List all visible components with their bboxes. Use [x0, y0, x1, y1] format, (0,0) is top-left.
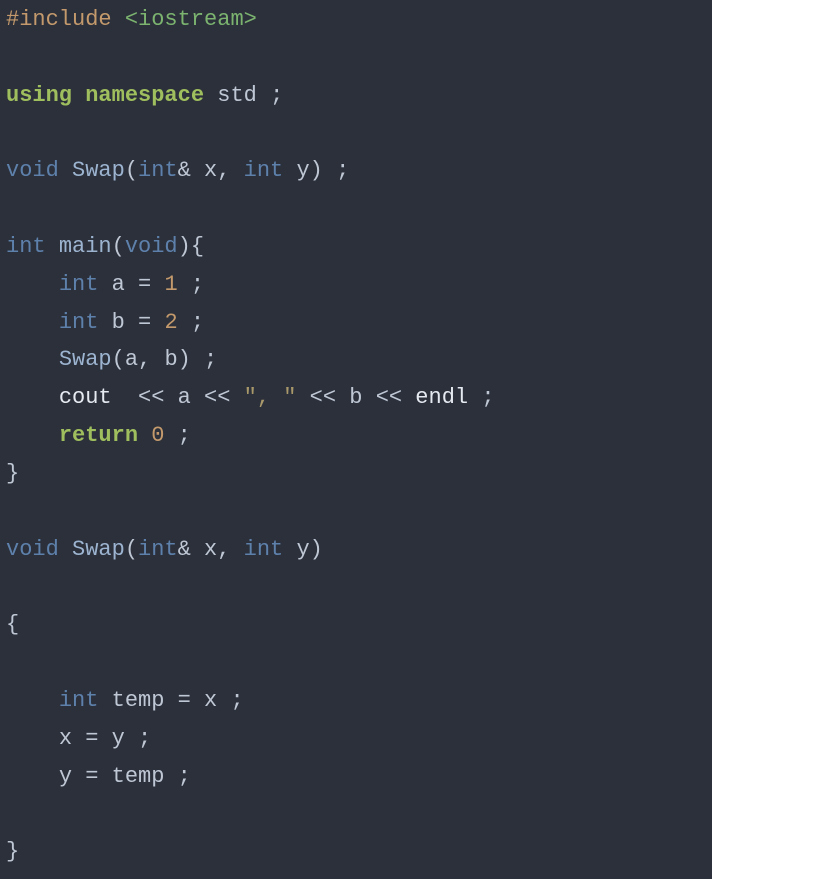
punct-token: (: [125, 537, 138, 562]
type-token: int: [59, 310, 99, 335]
identifier-token: x: [204, 158, 217, 183]
punct-token: ): [310, 158, 323, 183]
identifier-token: b: [164, 347, 177, 372]
punct-token: ;: [481, 385, 494, 410]
code-editor: #include <iostream> using namespace std …: [0, 0, 712, 879]
code-line: x = y ;: [6, 726, 151, 751]
punct-token: ;: [336, 158, 349, 183]
punct-token: {: [6, 612, 19, 637]
punct-token: ;: [270, 83, 283, 108]
punct-token: (: [125, 158, 138, 183]
function-token: Swap: [72, 158, 125, 183]
punct-token: ,: [138, 347, 151, 372]
operator-token: <<: [138, 385, 164, 410]
keyword-token: return: [59, 423, 138, 448]
identifier-token: y: [296, 537, 309, 562]
code-line: int temp = x ;: [6, 688, 244, 713]
identifier-token: x: [204, 537, 217, 562]
operator-token: <<: [204, 385, 230, 410]
identifier-token: a: [125, 347, 138, 372]
punct-token: &: [178, 537, 191, 562]
punct-token: ): [178, 347, 191, 372]
punct-token: =: [85, 726, 98, 751]
type-token: int: [59, 272, 99, 297]
type-token: void: [125, 234, 178, 259]
punct-token: ,: [217, 158, 230, 183]
punct-token: ;: [191, 310, 204, 335]
code-line: y = temp ;: [6, 764, 191, 789]
keyword-token: namespace: [85, 83, 204, 108]
code-line: }: [6, 461, 19, 486]
operator-token: <<: [310, 385, 336, 410]
code-line: int b = 2 ;: [6, 310, 204, 335]
identifier-token: y: [112, 726, 125, 751]
punct-token: }: [6, 839, 19, 864]
identifier-token: cout: [59, 385, 112, 410]
code-line: void Swap(int& x, int y): [6, 537, 323, 562]
code-line: void Swap(int& x, int y) ;: [6, 158, 349, 183]
string-token: ", ": [244, 385, 297, 410]
type-token: int: [6, 234, 46, 259]
number-token: 2: [164, 310, 177, 335]
code-line: using namespace std ;: [6, 83, 283, 108]
punct-token: =: [85, 764, 98, 789]
type-token: int: [59, 688, 99, 713]
type-token: void: [6, 537, 59, 562]
punct-token: =: [178, 688, 191, 713]
code-line: return 0 ;: [6, 423, 191, 448]
identifier-token: b: [349, 385, 362, 410]
punct-token: ): [310, 537, 323, 562]
type-token: int: [138, 158, 178, 183]
type-token: void: [6, 158, 59, 183]
punct-token: ): [178, 234, 191, 259]
preprocessor-token: #include: [6, 7, 112, 32]
identifier-token: b: [112, 310, 125, 335]
punct-token: ;: [204, 347, 217, 372]
identifier-token: y: [296, 158, 309, 183]
punct-token: ,: [217, 537, 230, 562]
code-line: int a = 1 ;: [6, 272, 204, 297]
code-line: cout << a << ", " << b << endl ;: [6, 385, 495, 410]
number-token: 1: [164, 272, 177, 297]
identifier-token: x: [59, 726, 72, 751]
punct-token: =: [138, 272, 151, 297]
punct-token: ;: [191, 272, 204, 297]
identifier-token: a: [112, 272, 125, 297]
identifier-token: x: [204, 688, 217, 713]
operator-token: <<: [376, 385, 402, 410]
punct-token: ;: [178, 423, 191, 448]
identifier-token: temp: [112, 764, 165, 789]
function-token: Swap: [72, 537, 125, 562]
punct-token: {: [191, 234, 204, 259]
number-token: 0: [151, 423, 164, 448]
type-token: int: [244, 537, 284, 562]
function-token: main: [59, 234, 112, 259]
code-line: Swap(a, b) ;: [6, 347, 217, 372]
identifier-token: y: [59, 764, 72, 789]
punct-token: ;: [138, 726, 151, 751]
type-token: int: [138, 537, 178, 562]
punct-token: (: [112, 347, 125, 372]
keyword-token: using: [6, 83, 72, 108]
identifier-token: std: [217, 83, 257, 108]
code-line: }: [6, 839, 19, 864]
punct-token: &: [178, 158, 191, 183]
function-token: Swap: [59, 347, 112, 372]
type-token: int: [244, 158, 284, 183]
identifier-token: temp: [112, 688, 165, 713]
punct-token: ;: [178, 764, 191, 789]
identifier-token: a: [178, 385, 191, 410]
header-token: <iostream>: [125, 7, 257, 32]
punct-token: ;: [230, 688, 243, 713]
punct-token: }: [6, 461, 19, 486]
punct-token: (: [112, 234, 125, 259]
punct-token: =: [138, 310, 151, 335]
code-line: int main(void){: [6, 234, 204, 259]
code-line: {: [6, 612, 19, 637]
identifier-token: endl: [415, 385, 468, 410]
code-line: #include <iostream>: [6, 7, 257, 32]
